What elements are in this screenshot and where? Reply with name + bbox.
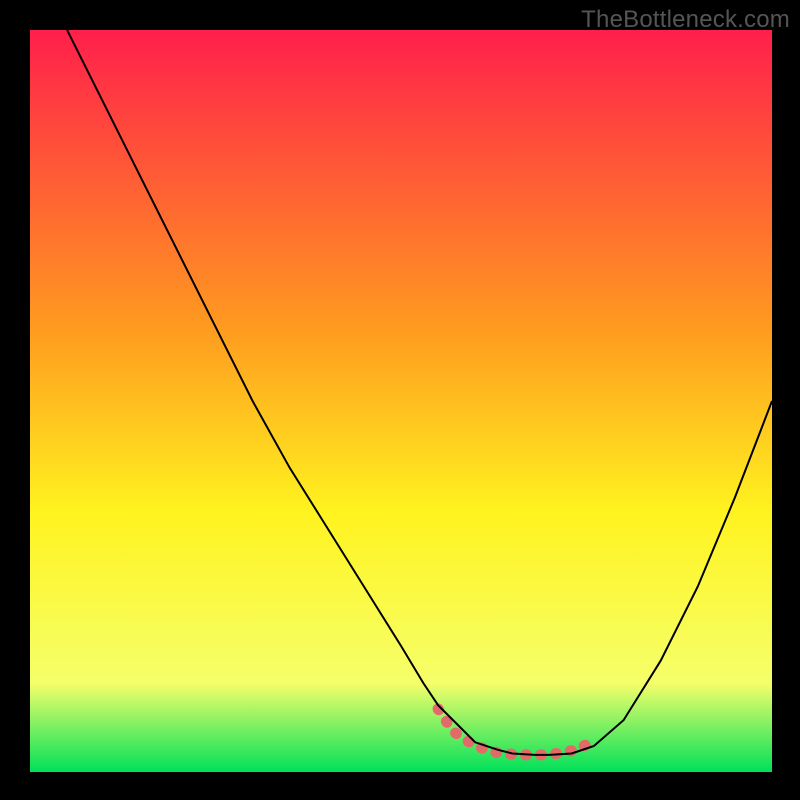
plot-area — [30, 30, 772, 772]
watermark-text: TheBottleneck.com — [581, 6, 790, 34]
chart-frame: TheBottleneck.com — [0, 0, 800, 800]
plot-svg — [30, 30, 772, 772]
